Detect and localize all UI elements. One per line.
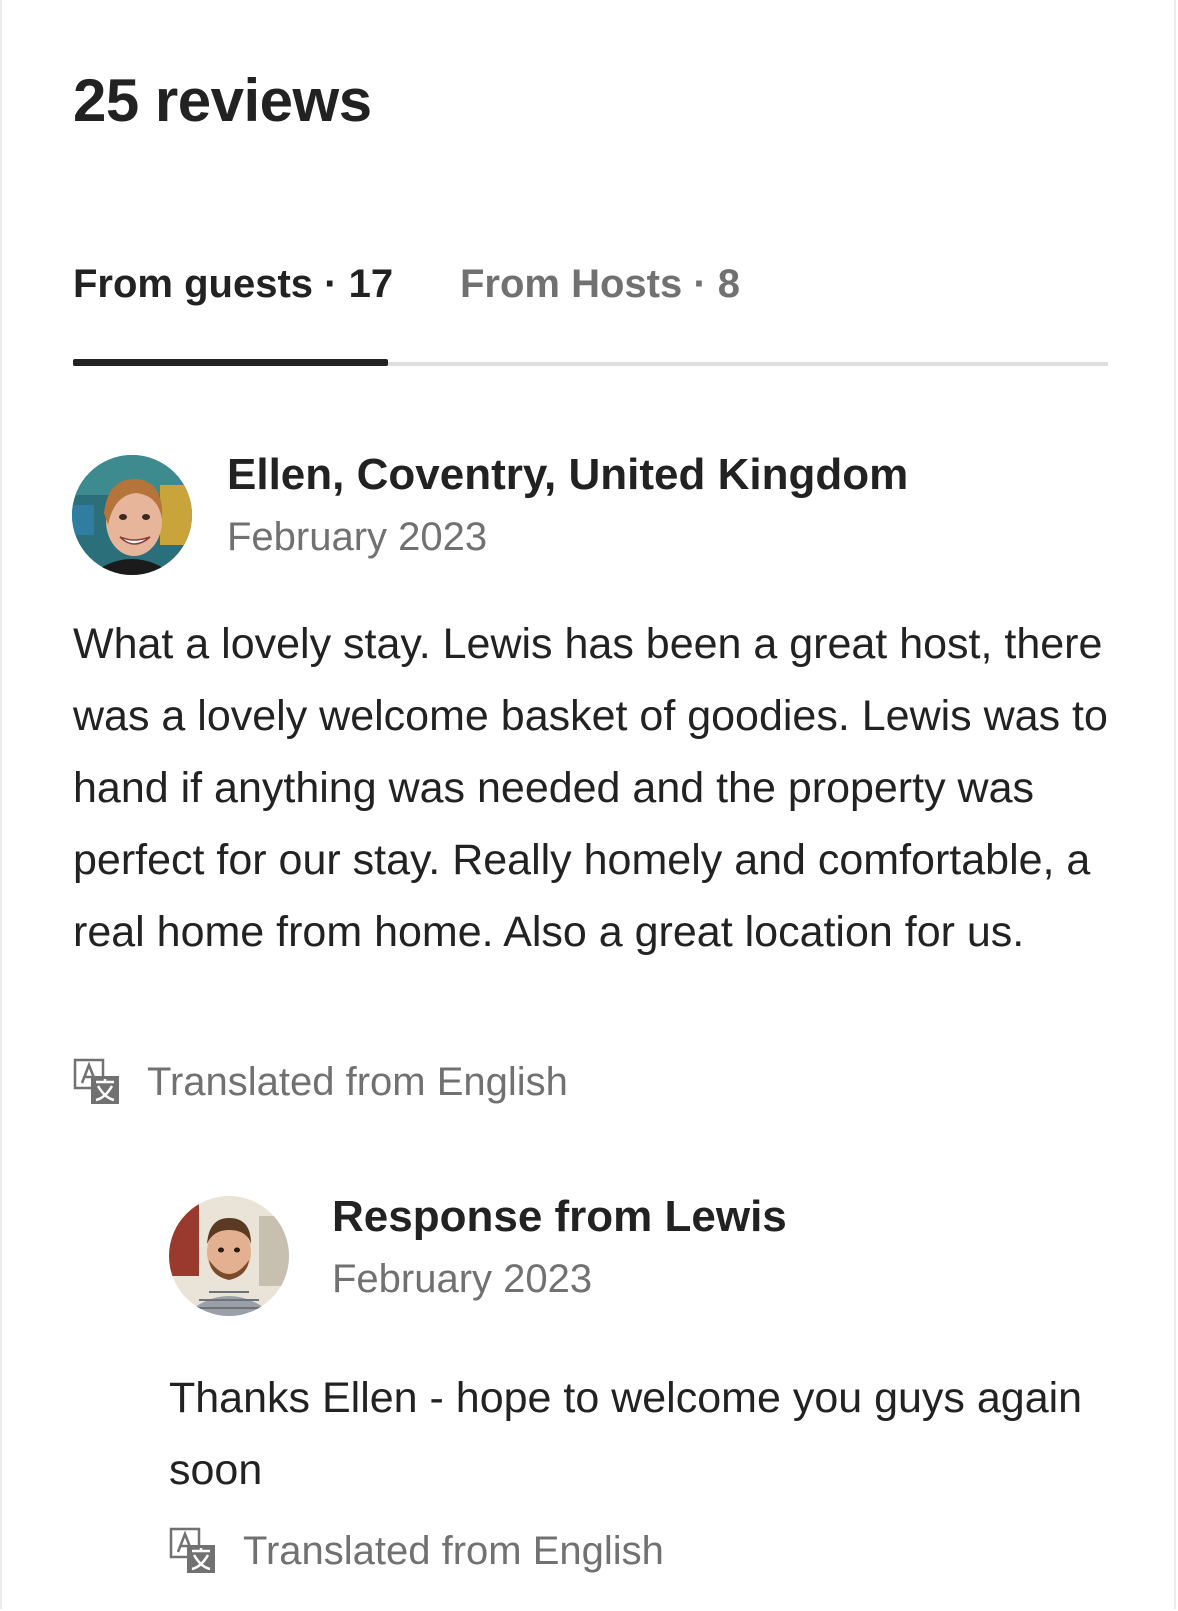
tab-from-guests[interactable]: From guests · 17: [73, 262, 393, 307]
review-text: What a lovely stay. Lewis has been a gre…: [73, 620, 1108, 956]
avatar[interactable]: [72, 455, 192, 575]
translated-label: Translated from English: [147, 1059, 568, 1104]
avatar[interactable]: [169, 1196, 289, 1316]
translate-icon: [169, 1527, 215, 1573]
review-date: February 2023: [227, 515, 488, 559]
translated-note[interactable]: Translated from English: [169, 1527, 664, 1575]
page-title: 25 reviews: [73, 67, 372, 134]
translated-note[interactable]: Translated from English: [73, 1058, 568, 1106]
translated-label: Translated from English: [243, 1528, 664, 1573]
review-tabs: From guests · 17 From Hosts · 8: [73, 262, 1108, 368]
response-date: February 2023: [332, 1257, 593, 1301]
tab-from-hosts[interactable]: From Hosts · 8: [460, 262, 740, 307]
response-text: Thanks Ellen - hope to welcome you guys …: [169, 1374, 1083, 1494]
user-avatar-icon: [169, 1196, 289, 1316]
review-author: Ellen, Coventry, United Kingdom: [227, 450, 909, 499]
user-avatar-icon: [72, 455, 192, 575]
page-frame: 25 reviews From guests · 17 From Hosts ·…: [0, 0, 1176, 1609]
translate-icon: [73, 1058, 119, 1104]
response-author: Response from Lewis: [332, 1192, 787, 1241]
active-tab-indicator: [73, 359, 388, 366]
